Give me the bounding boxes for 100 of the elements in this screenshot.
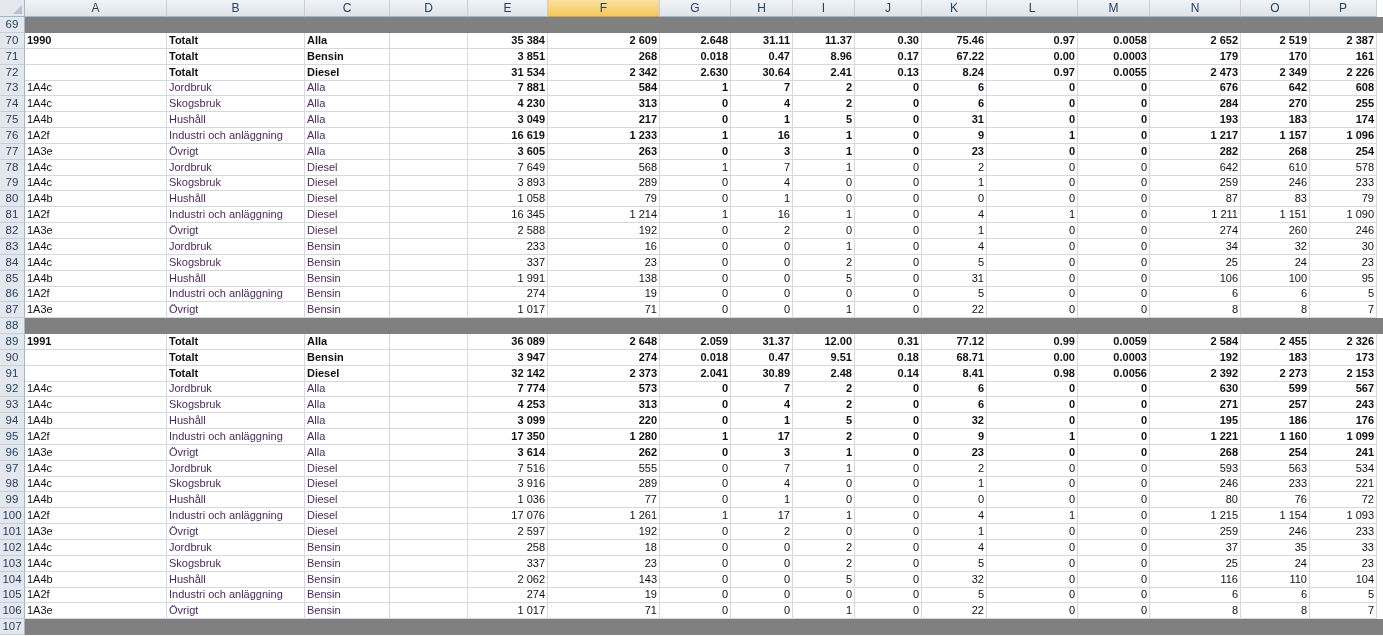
table-cell: 255 bbox=[1310, 96, 1377, 113]
row-header[interactable]: 107 bbox=[0, 619, 25, 636]
row-header[interactable]: 87 bbox=[0, 302, 25, 319]
select-all-corner[interactable] bbox=[0, 0, 25, 17]
table-cell: 0 bbox=[987, 175, 1078, 192]
row-header[interactable]: 69 bbox=[0, 17, 25, 33]
table-cell: 1A4b bbox=[25, 413, 167, 430]
row-header[interactable]: 94 bbox=[0, 413, 25, 430]
row-header[interactable]: 79 bbox=[0, 175, 25, 192]
row-header[interactable]: 92 bbox=[0, 381, 25, 398]
table-cell: 1 093 bbox=[1310, 508, 1377, 525]
table-cell: 24 bbox=[1241, 555, 1310, 572]
table-cell: 1A4c bbox=[25, 397, 167, 414]
table-cell: 17 076 bbox=[468, 508, 548, 525]
column-header[interactable]: N bbox=[1150, 0, 1241, 17]
row-header[interactable]: 74 bbox=[0, 96, 25, 113]
table-cell: 7 774 bbox=[468, 381, 548, 398]
table-cell: 192 bbox=[1150, 349, 1241, 366]
triangle-icon bbox=[13, 5, 22, 14]
table-cell: Diesel bbox=[305, 492, 390, 509]
table-cell: 268 bbox=[1150, 444, 1241, 461]
table-cell: 0.31 bbox=[855, 333, 922, 350]
column-header[interactable]: E bbox=[468, 0, 548, 17]
column-header[interactable]: K bbox=[922, 0, 987, 17]
column-header[interactable]: O bbox=[1241, 0, 1310, 17]
table-cell: 173 bbox=[1310, 349, 1377, 366]
table-cell: 1 154 bbox=[1241, 508, 1310, 525]
table-cell: 0 bbox=[731, 238, 793, 255]
table-cell: 195 bbox=[1150, 413, 1241, 430]
table-cell: 0 bbox=[660, 397, 731, 414]
table-cell: 0 bbox=[1078, 492, 1150, 509]
table-cell: 5 bbox=[922, 286, 987, 303]
table-cell: 2.648 bbox=[660, 32, 731, 49]
table-cell: 0 bbox=[660, 587, 731, 604]
table-cell: Industri och anläggning bbox=[167, 286, 305, 303]
table-cell: 1 217 bbox=[1150, 127, 1241, 144]
table-cell: 0 bbox=[922, 492, 987, 509]
column-header[interactable]: M bbox=[1078, 0, 1150, 17]
table-cell: 0 bbox=[1078, 207, 1150, 224]
table-cell: 0 bbox=[855, 571, 922, 588]
table-cell: 257 bbox=[1241, 397, 1310, 414]
column-header[interactable]: C bbox=[305, 0, 390, 17]
row-header[interactable]: 98 bbox=[0, 476, 25, 493]
column-header[interactable]: D bbox=[390, 0, 468, 17]
table-cell: 1 233 bbox=[548, 127, 660, 144]
column-header[interactable]: P bbox=[1310, 0, 1377, 17]
row-header[interactable]: 101 bbox=[0, 524, 25, 540]
table-cell: 6 bbox=[1150, 286, 1241, 303]
table-cell: 573 bbox=[548, 381, 660, 398]
row-header[interactable]: 88 bbox=[0, 318, 25, 335]
table-cell: 4 bbox=[922, 238, 987, 255]
row-header[interactable]: 100 bbox=[0, 508, 25, 525]
table-cell: Hushåll bbox=[167, 492, 305, 509]
table-cell: 2.48 bbox=[793, 365, 855, 382]
table-cell: 0 bbox=[660, 492, 731, 509]
table-cell: 0 bbox=[987, 571, 1078, 588]
table-cell: 7 bbox=[731, 460, 793, 477]
table-cell: 23 bbox=[922, 143, 987, 160]
row-header[interactable]: 99 bbox=[0, 492, 25, 509]
table-cell: 0 bbox=[855, 80, 922, 97]
table-cell: 24 bbox=[1241, 254, 1310, 271]
table-cell: Totalt bbox=[167, 333, 305, 350]
row-header[interactable]: 105 bbox=[0, 587, 25, 604]
row-header[interactable]: 106 bbox=[0, 603, 25, 620]
column-header[interactable]: F bbox=[548, 0, 660, 17]
row-header[interactable]: 93 bbox=[0, 397, 25, 414]
table-cell: 25 bbox=[1150, 555, 1241, 572]
table-cell: 233 bbox=[1241, 476, 1310, 493]
table-cell: 16 619 bbox=[468, 127, 548, 144]
table-cell: 0 bbox=[855, 381, 922, 398]
table-cell: 110 bbox=[1241, 571, 1310, 588]
table-cell: 5 bbox=[1310, 587, 1377, 604]
table-cell: 32 142 bbox=[468, 365, 548, 382]
table-cell: 0 bbox=[987, 413, 1078, 430]
table-cell: 1A2f bbox=[25, 127, 167, 144]
table-cell: 0 bbox=[1078, 539, 1150, 556]
column-header[interactable]: G bbox=[660, 0, 731, 17]
table-cell: 2 588 bbox=[468, 222, 548, 239]
row-header[interactable]: 86 bbox=[0, 286, 25, 303]
column-header[interactable]: A bbox=[25, 0, 167, 17]
table-cell: 599 bbox=[1241, 381, 1310, 398]
table-cell: 1A4b bbox=[25, 492, 167, 509]
row-header[interactable]: 80 bbox=[0, 191, 25, 208]
row-header[interactable]: 81 bbox=[0, 207, 25, 224]
table-cell: 0 bbox=[987, 397, 1078, 414]
table-cell: 87 bbox=[1150, 191, 1241, 208]
table-cell: 1 bbox=[660, 159, 731, 176]
row-header[interactable]: 73 bbox=[0, 80, 25, 97]
table-cell: 1 160 bbox=[1241, 428, 1310, 445]
table-cell: 1A3e bbox=[25, 524, 167, 540]
row-header[interactable]: 75 bbox=[0, 112, 25, 129]
column-header[interactable]: J bbox=[855, 0, 922, 17]
table-cell: 233 bbox=[1310, 524, 1377, 540]
column-header[interactable]: B bbox=[167, 0, 305, 17]
column-header[interactable]: I bbox=[793, 0, 855, 17]
table-cell: 0 bbox=[1078, 286, 1150, 303]
table-cell: Totalt bbox=[167, 48, 305, 65]
table-cell: 0 bbox=[855, 428, 922, 445]
column-header[interactable]: H bbox=[731, 0, 793, 17]
column-header[interactable]: L bbox=[987, 0, 1078, 17]
